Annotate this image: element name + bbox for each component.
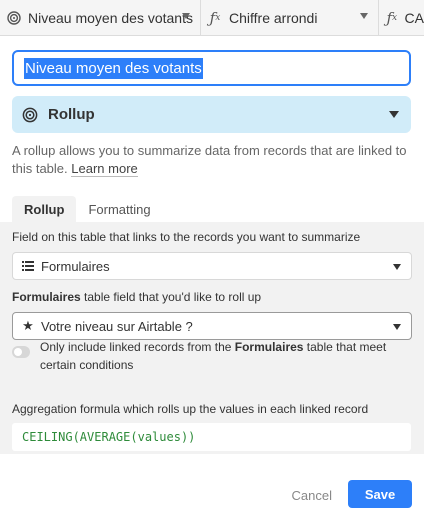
star-icon: ★ (22, 318, 34, 333)
field-name-input[interactable]: Niveau moyen des votants (12, 50, 411, 86)
rollup-field-value: Votre niveau sur Airtable ? (41, 318, 193, 334)
column-header-strip: Niveau moyen des votants ƒx Chiffre arro… (0, 0, 424, 36)
rollup-config-panel: Field on this table that links to the re… (0, 222, 424, 454)
column-header-label: Niveau moyen des votants (28, 9, 193, 26)
rollup-icon (22, 107, 38, 123)
field-type-description: A rollup allows you to summarize data fr… (12, 142, 414, 178)
rollup-field-select[interactable]: ★ Votre niveau sur Airtable ? (12, 312, 412, 340)
dialog-footer: Cancel Save (0, 480, 424, 510)
aggregation-formula-input[interactable]: CEILING(AVERAGE(values)) (12, 423, 411, 451)
chevron-down-icon (389, 111, 399, 118)
formula-fx-icon: ƒx (209, 8, 221, 27)
link-field-value: Formulaires (41, 258, 110, 274)
save-button[interactable]: Save (348, 480, 412, 508)
aggregation-label: Aggregation formula which rolls up the v… (12, 402, 369, 416)
conditions-toggle[interactable] (12, 346, 30, 358)
link-field-label: Field on this table that links to the re… (12, 230, 361, 244)
field-type-label: Rollup (48, 106, 95, 123)
linked-records-icon (21, 259, 35, 273)
chevron-down-icon (393, 324, 401, 330)
column-header-label: CA (404, 9, 424, 26)
tab-rollup[interactable]: Rollup (12, 196, 77, 222)
learn-more-link[interactable]: Learn more (71, 161, 138, 177)
cancel-button[interactable]: Cancel (292, 482, 332, 508)
tab-formatting[interactable]: Formatting (76, 196, 162, 222)
formula-fx-icon: ƒx (386, 8, 398, 27)
rollup-icon (6, 10, 22, 26)
field-config-dialog: Niveau moyen des votants Rollup A rollup… (0, 36, 424, 521)
chevron-down-icon[interactable] (182, 12, 190, 19)
column-header-ca[interactable]: ƒx CA (379, 0, 424, 36)
link-field-select[interactable]: Formulaires (12, 252, 412, 280)
chevron-down-icon (393, 264, 401, 270)
column-header-niveau[interactable]: Niveau moyen des votants (0, 0, 201, 36)
chevron-down-icon[interactable] (360, 12, 368, 19)
field-type-select[interactable]: Rollup (12, 96, 411, 133)
rollup-field-label: Formulaires table field that you'd like … (12, 290, 261, 304)
rollup-field-label-rest: table field that you'd like to roll up (80, 290, 262, 304)
field-name-value: Niveau moyen des votants (24, 57, 203, 79)
conditions-toggle-label: Only include linked records from the For… (40, 340, 387, 372)
column-header-label: Chiffre arrondi (229, 9, 318, 26)
column-header-chiffre[interactable]: ƒx Chiffre arrondi (201, 0, 379, 36)
rollup-field-label-table: Formulaires (12, 290, 81, 304)
config-tabs: Rollup Formatting (12, 196, 163, 222)
